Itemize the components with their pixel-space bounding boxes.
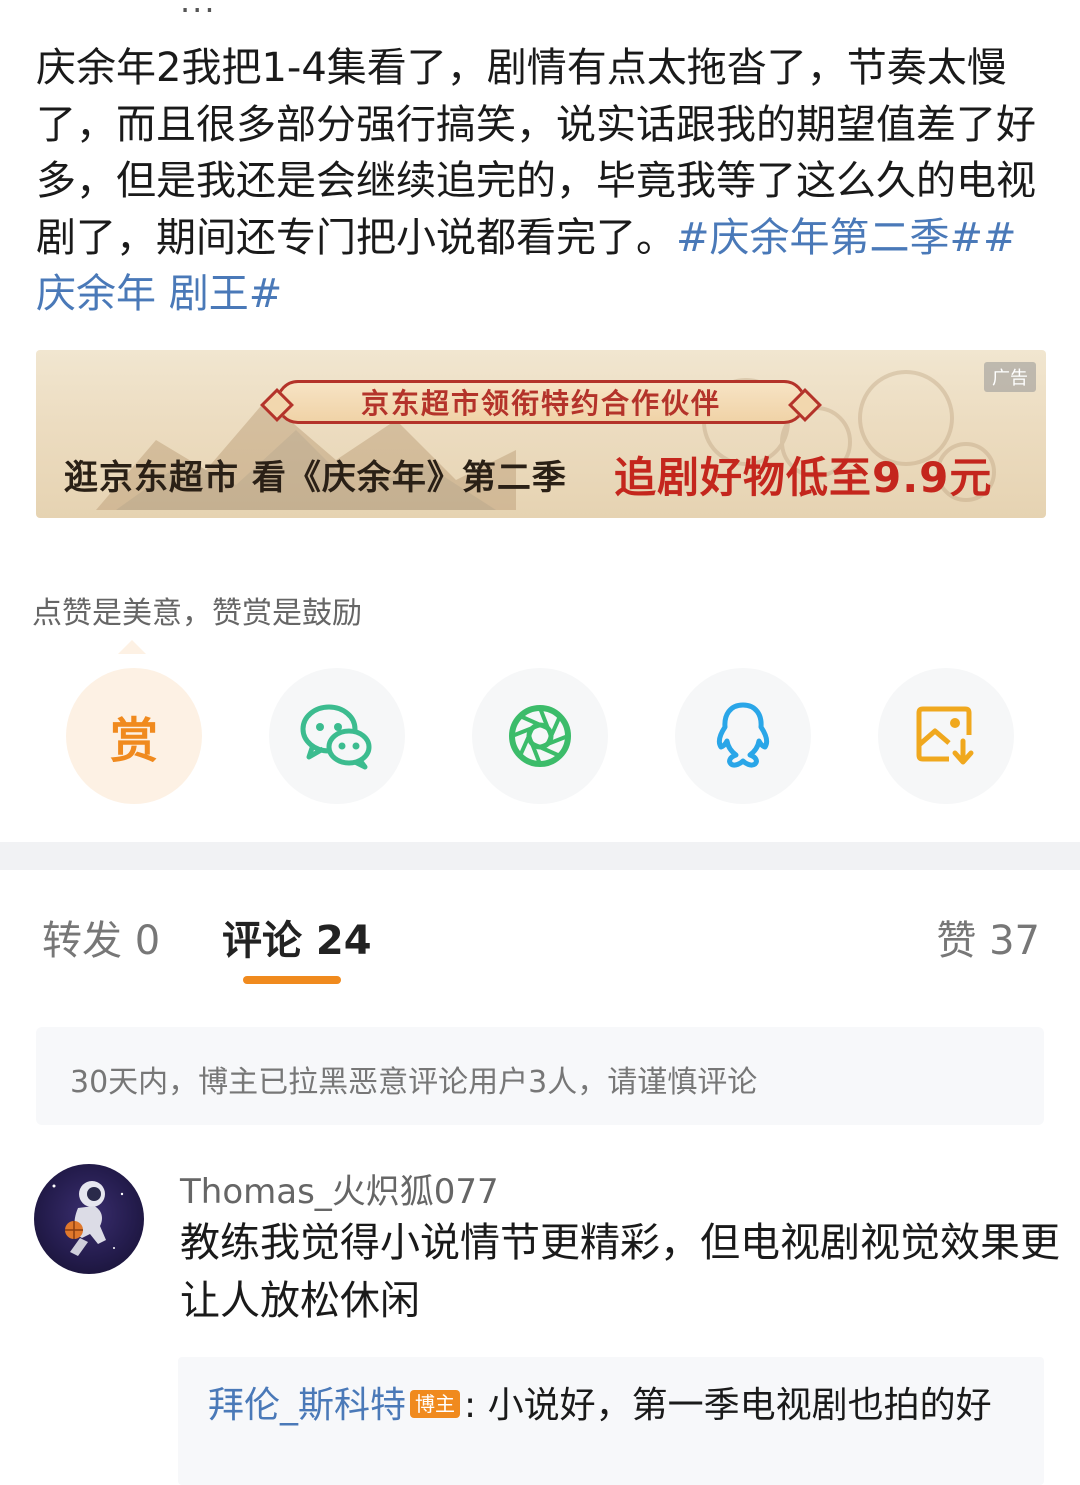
- post-body: 庆余年2我把1-4集看了，剧情有点太拖沓了，节奏太慢了，而且很多部分强行搞笑，说…: [36, 40, 1046, 323]
- tab-comment[interactable]: 评论 24: [222, 908, 372, 966]
- ad-promo-price: 追剧好物低至9.9元: [614, 453, 993, 502]
- share-wechat-button[interactable]: [269, 668, 405, 804]
- reward-icon: 赏: [109, 713, 158, 769]
- section-divider: [0, 842, 1080, 870]
- ad-ribbon-text: 京东超市领衔特约合作伙伴: [360, 387, 721, 420]
- astronaut-avatar-icon: [52, 1181, 124, 1256]
- tab-like[interactable]: 赞 37: [936, 908, 1040, 966]
- cut-text: ...: [180, 0, 217, 20]
- ad-partner-ribbon: 京东超市领衔特约合作伙伴: [276, 380, 806, 424]
- reply-separator: :: [464, 1385, 477, 1426]
- wechat-icon: [300, 704, 372, 770]
- hint-pointer: [118, 640, 146, 654]
- reply-preview[interactable]: 拜伦_斯科特 博主: 小说好，第一季电视剧也拍的好: [178, 1357, 1044, 1485]
- author-badge: 博主: [410, 1390, 461, 1418]
- share-moments-button[interactable]: [472, 668, 608, 804]
- share-qq-button[interactable]: [675, 668, 811, 804]
- reward-hint: 点赞是美意，赞赏是鼓励: [32, 596, 362, 631]
- reward-button[interactable]: 赏: [66, 668, 202, 804]
- comment-notice: 30天内，博主已拉黑恶意评论用户3人，请谨慎评论: [36, 1027, 1044, 1125]
- qq-icon: [716, 702, 770, 768]
- share-actions: 赏: [66, 668, 1016, 804]
- ad-banner[interactable]: 广告 京东超市领衔特约合作伙伴 逛京东超市 看《庆余年》第二季 追剧好物低至9.…: [36, 350, 1046, 518]
- active-tab-indicator: [243, 976, 341, 984]
- previous-content-fragment: ...: [180, 0, 217, 20]
- moments-icon: [509, 705, 571, 767]
- ad-label: 广告: [984, 362, 1036, 392]
- save-image-icon: [916, 706, 974, 765]
- comment-username[interactable]: Thomas_火炽狐077: [180, 1164, 499, 1213]
- interaction-tabs: 转发 0 评论 24 赞 37: [0, 870, 1080, 1000]
- ad-headline: 逛京东超市 看《庆余年》第二季: [64, 458, 567, 498]
- reply-username[interactable]: 拜伦_斯科特: [208, 1385, 406, 1426]
- tab-repost[interactable]: 转发 0: [42, 908, 160, 966]
- save-image-button[interactable]: [878, 668, 1014, 804]
- comment-text: 教练我觉得小说情节更精彩，但电视剧视觉效果更让人放松休闲: [180, 1220, 1060, 1324]
- avatar[interactable]: [34, 1164, 144, 1274]
- reply-text: 小说好，第一季电视剧也拍的好: [487, 1385, 992, 1426]
